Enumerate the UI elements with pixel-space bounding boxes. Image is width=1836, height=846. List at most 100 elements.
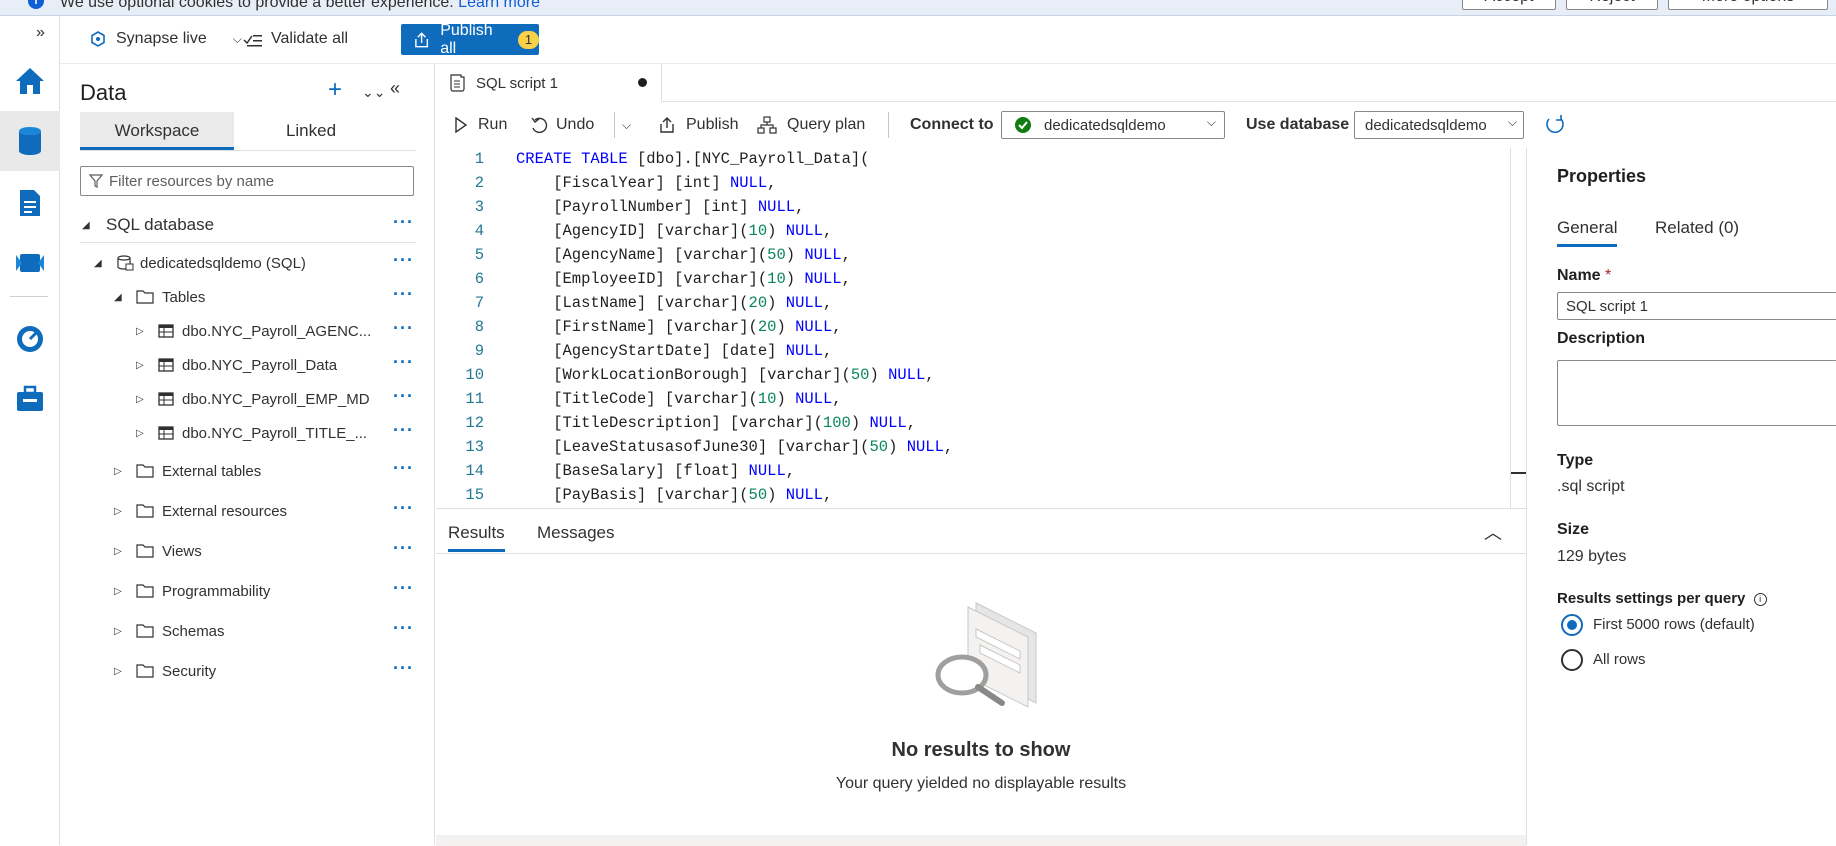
tree-item-table[interactable]: ▷ dbo.NYC_Payroll_EMP_MD ··· [80, 382, 416, 416]
undo-button[interactable]: Undo [530, 110, 594, 140]
reject-cookies-button[interactable]: Reject [1566, 0, 1658, 10]
tree-item-table[interactable]: ▷ dbo.NYC_Payroll_AGENC... ··· [80, 314, 416, 348]
tree-item-table[interactable]: ▷ dbo.NYC_Payroll_TITLE_... ··· [80, 416, 416, 450]
undo-menu-chevron-icon[interactable]: ⌵ [622, 110, 631, 140]
tree-item-security[interactable]: ▷ Security ··· [80, 654, 416, 688]
editor-scrollbar[interactable] [1510, 148, 1527, 508]
query-plan-button[interactable]: Query plan [757, 110, 865, 140]
upload-icon [660, 117, 674, 133]
code-editor[interactable]: 1 CREATE TABLE [dbo].[NYC_Payroll_Data](2… [436, 148, 1511, 508]
more-actions-icon[interactable]: ··· [393, 250, 414, 271]
description-label: Description [1557, 330, 1646, 347]
tree-item-schemas[interactable]: ▷ Schemas ··· [80, 614, 416, 648]
manage-hub-icon[interactable] [0, 369, 60, 429]
tab-messages[interactable]: Messages [537, 523, 614, 543]
folder-icon [136, 584, 154, 598]
more-actions-icon[interactable]: ··· [393, 386, 414, 407]
refresh-icon[interactable] [1544, 110, 1566, 140]
code-line: [FiscalYear] [int] NULL, [516, 174, 777, 192]
add-resource-icon[interactable]: + [328, 76, 342, 104]
publish-all-button[interactable]: Publish all 1 [401, 22, 539, 57]
more-actions-icon[interactable]: ··· [393, 458, 414, 479]
radio-first-5000[interactable] [1561, 614, 1583, 636]
synapse-live-dropdown[interactable]: Synapse live ⌵ [90, 24, 242, 54]
tab-linked[interactable]: Linked [234, 112, 388, 150]
line-number: 8 [474, 318, 484, 336]
more-actions-icon[interactable]: ··· [393, 658, 414, 679]
accept-cookies-button[interactable]: Accept [1462, 0, 1556, 10]
more-actions-icon[interactable]: ··· [393, 420, 414, 441]
code-line: [TitleCode] [varchar](10) NULL, [516, 390, 842, 408]
code-line: [LeaveStatusasofJune30] [varchar](50) NU… [516, 438, 954, 456]
collapse-pane-icon[interactable]: « [390, 78, 400, 99]
expand-rail-icon[interactable]: » [36, 24, 45, 42]
tab-related[interactable]: Related (0) [1655, 218, 1739, 238]
cookie-message: We use optional cookies to provide a bet… [60, 0, 454, 11]
data-pane: Data + ⌄⌄ « Workspace Linked ◢ SQL datab… [60, 64, 435, 845]
more-actions-icon[interactable]: ··· [393, 212, 414, 233]
tab-sql-script[interactable]: SQL script 1 [436, 64, 662, 102]
code-line: [BaseSalary] [float] NULL, [516, 462, 796, 480]
connect-to-dropdown[interactable]: dedicatedsqldemo ⌵ [1001, 111, 1225, 139]
nav-rail: » [0, 16, 60, 845]
more-actions-icon[interactable]: ··· [393, 578, 414, 599]
collapse-all-icon[interactable]: ⌄⌄ [362, 84, 385, 101]
caret-collapsed-icon: ▷ [114, 465, 122, 477]
editor-toolbar: Run Undo ⌵ Publish Query plan Connect to… [436, 102, 1836, 148]
tree-item-database[interactable]: ◢ dedicatedsqldemo (SQL) ··· [80, 246, 416, 280]
collapse-results-icon[interactable]: ︿ [1484, 519, 1502, 545]
run-button[interactable]: Run [454, 110, 507, 140]
empty-state-title: No results to show [891, 739, 1071, 761]
code-line: [AgencyName] [varchar](50) NULL, [516, 246, 851, 264]
mode-label: Synapse live [116, 30, 207, 47]
code-line: [EmployeeID] [varchar](10) NULL, [516, 270, 851, 288]
learn-more-link[interactable]: Learn more [458, 0, 540, 11]
info-icon[interactable]: i [1753, 592, 1767, 606]
caret-collapsed-icon: ▷ [114, 665, 122, 677]
data-hub-icon[interactable] [0, 111, 60, 171]
radio-all-rows-label: All rows [1593, 651, 1646, 668]
validate-all-button[interactable]: Validate all [243, 24, 348, 54]
use-database-dropdown[interactable]: dedicatedsqldemo ⌵ [1354, 111, 1524, 139]
more-actions-icon[interactable]: ··· [393, 284, 414, 305]
more-actions-icon[interactable]: ··· [393, 352, 414, 373]
filter-input[interactable] [109, 172, 399, 190]
more-actions-icon[interactable]: ··· [393, 498, 414, 519]
more-actions-icon[interactable]: ··· [393, 618, 414, 639]
more-actions-icon[interactable]: ··· [393, 318, 414, 339]
filter-box [80, 166, 414, 196]
script-icon [450, 74, 465, 92]
more-actions-icon[interactable]: ··· [393, 538, 414, 559]
monitor-hub-icon[interactable] [0, 309, 60, 369]
develop-hub-icon[interactable] [0, 173, 60, 233]
connected-check-icon [1015, 117, 1031, 133]
tree-item-external-tables[interactable]: ▷ External tables ··· [80, 454, 416, 488]
properties-title: Properties [1557, 166, 1647, 186]
chevron-down-icon: ⌵ [1507, 115, 1517, 130]
tab-results[interactable]: Results [448, 523, 505, 552]
line-number: 12 [465, 414, 484, 432]
upload-icon [415, 31, 429, 47]
tab-general[interactable]: General [1557, 218, 1618, 247]
tree-item-table[interactable]: ▷ dbo.NYC_Payroll_Data ··· [80, 348, 416, 382]
tree-item-programmability[interactable]: ▷ Programmability ··· [80, 574, 416, 608]
publish-button[interactable]: Publish [658, 110, 738, 140]
info-icon: i [28, 0, 44, 9]
description-textarea[interactable] [1557, 360, 1836, 426]
integrate-hub-icon[interactable] [0, 233, 60, 293]
tab-workspace[interactable]: Workspace [80, 112, 234, 150]
folder-icon [136, 464, 154, 478]
tree-item-tables[interactable]: ◢ Tables ··· [80, 280, 416, 314]
caret-collapsed-icon: ▷ [136, 325, 144, 337]
folder-icon [136, 504, 154, 518]
tree-item-views[interactable]: ▷ Views ··· [80, 534, 416, 568]
line-number: 3 [474, 198, 484, 216]
radio-all-rows[interactable] [1561, 649, 1583, 671]
name-input[interactable] [1557, 292, 1836, 320]
tree-section-sql-database[interactable]: ◢ SQL database ··· [80, 208, 416, 242]
tree-item-external-resources[interactable]: ▷ External resources ··· [80, 494, 416, 528]
line-number: 5 [474, 246, 484, 264]
home-icon[interactable] [0, 51, 60, 111]
more-options-button[interactable]: More options [1668, 0, 1828, 10]
pane-title: Data [80, 80, 127, 105]
